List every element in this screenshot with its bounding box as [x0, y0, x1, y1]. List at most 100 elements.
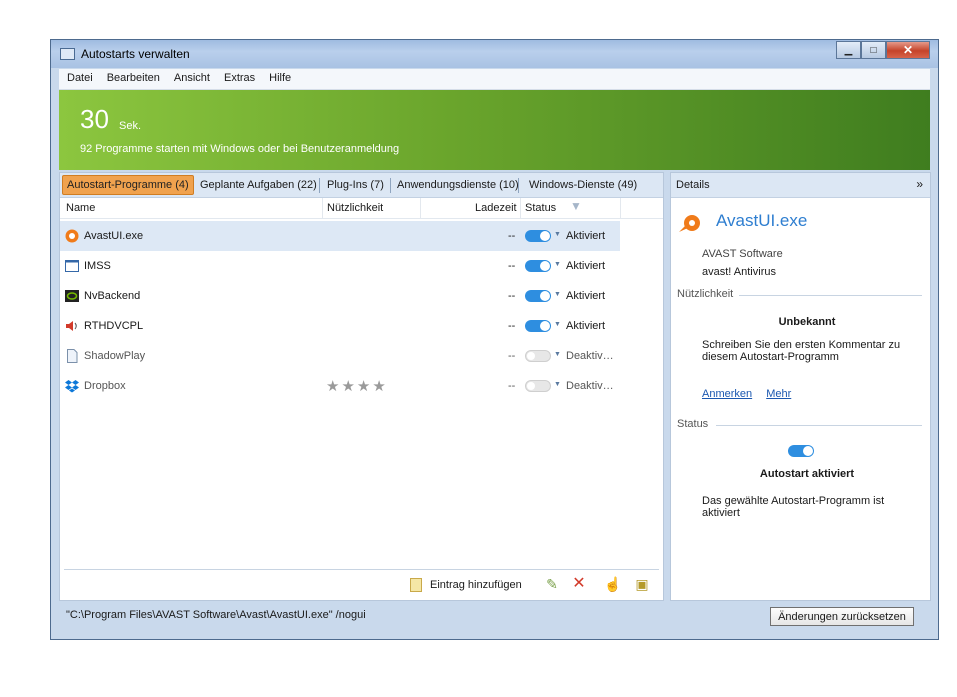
chevron-down-icon[interactable]: ▼: [554, 321, 561, 328]
minimize-button[interactable]: ▁: [836, 41, 861, 59]
usefulness-rating: Unbekannt: [778, 316, 836, 328]
col-status[interactable]: Status: [525, 202, 556, 214]
row-name: RTHDVCPL: [84, 320, 144, 332]
row-loadtime: --: [508, 350, 516, 362]
status-title: Autostart aktiviert: [759, 468, 855, 480]
row-status: Aktiviert: [566, 320, 606, 332]
details-header: Details »: [671, 173, 930, 198]
comment-prompt: Schreiben Sie den ersten Kommentar zu di…: [702, 339, 901, 363]
speaker-icon: [65, 319, 79, 333]
col-divider: [620, 198, 621, 218]
collapse-icon[interactable]: »: [916, 177, 923, 191]
tab-windows-services[interactable]: Windows-Dienste (49): [525, 175, 641, 195]
program-list-panel: Autostart-Programme (4) Geplante Aufgabe…: [59, 172, 664, 601]
app-window: Autostarts verwalten ▁ □ ✕ Datei Bearbeit…: [50, 39, 939, 640]
col-name[interactable]: Name: [66, 202, 95, 214]
title-bar: Autostarts verwalten ▁ □ ✕: [51, 40, 938, 68]
row-status: Deaktiv…: [566, 380, 614, 392]
row-loadtime: --: [508, 290, 516, 302]
status-toggle[interactable]: [525, 260, 551, 272]
document-icon: [65, 349, 79, 363]
status-toggle[interactable]: [525, 380, 551, 392]
status-toggle[interactable]: [525, 230, 551, 242]
status-description: Das gewählte Autostart-Programm ist akti…: [702, 495, 885, 519]
tab-scheduled-tasks[interactable]: Geplante Aufgaben (22): [196, 175, 321, 195]
section-divider: [739, 295, 922, 296]
row-status: Aktiviert: [566, 290, 606, 302]
row-name: ShadowPlay: [84, 350, 146, 362]
boot-time-value: 30: [80, 104, 109, 134]
menu-datei[interactable]: Datei: [59, 69, 99, 84]
boot-time-unit: Sek.: [119, 120, 142, 132]
menu-ansicht[interactable]: Ansicht: [166, 69, 216, 84]
table-row[interactable]: ShadowPlay -- ▼ Deaktiv…: [60, 341, 620, 371]
window-icon: [65, 259, 79, 273]
annotate-link[interactable]: Anmerken: [702, 388, 752, 400]
row-loadtime: --: [508, 230, 516, 242]
desktop-background: [0, 0, 957, 40]
add-entry-button[interactable]: Eintrag hinzufügen: [430, 579, 522, 591]
section-divider: [716, 425, 922, 426]
row-loadtime: --: [508, 320, 516, 332]
tab-autostart-programs[interactable]: Autostart-Programme (4): [62, 175, 194, 195]
row-status: Aktiviert: [566, 230, 606, 242]
list-toolbar: Eintrag hinzufügen ✎ ✕ ☝ ▣: [64, 569, 659, 598]
row-name: AvastUI.exe: [84, 230, 144, 242]
status-toggle[interactable]: [525, 320, 551, 332]
status-section-label: Status: [677, 418, 709, 430]
rating-stars[interactable]: ★★★★: [326, 377, 388, 395]
chevron-down-icon[interactable]: ▼: [554, 231, 561, 238]
delete-icon[interactable]: ✕: [571, 576, 587, 592]
nvidia-icon: [65, 289, 79, 303]
table-row[interactable]: AvastUI.exe -- ▼ Aktiviert: [60, 221, 620, 251]
reset-changes-button[interactable]: Änderungen zurücksetzen: [770, 607, 914, 626]
boot-time-banner: 30 Sek. 92 Programme starten mit Windows…: [59, 90, 930, 170]
chevron-down-icon[interactable]: ▼: [554, 291, 561, 298]
banner-subtitle: 92 Programme starten mit Windows oder be…: [80, 143, 400, 155]
dropbox-icon: [65, 379, 79, 393]
table-row[interactable]: RTHDVCPL -- ▼ Aktiviert: [60, 311, 620, 341]
col-divider: [322, 198, 323, 218]
close-button[interactable]: ✕: [886, 41, 930, 59]
tab-bar: Autostart-Programme (4) Geplante Aufgabe…: [60, 173, 663, 198]
avast-icon: [65, 229, 79, 243]
table-row[interactable]: Dropbox ★★★★ -- ▼ Deaktiv…: [60, 371, 620, 401]
tab-separator: [319, 178, 320, 193]
tab-app-services[interactable]: Anwendungsdienste (10): [393, 175, 523, 195]
usefulness-section-label: Nützlichkeit: [677, 288, 734, 300]
col-divider: [420, 198, 421, 218]
status-toggle[interactable]: [525, 290, 551, 302]
chevron-down-icon[interactable]: ▼: [554, 261, 561, 268]
folder-icon[interactable]: ▣: [634, 576, 650, 592]
window-title: Autostarts verwalten: [81, 47, 190, 61]
menu-bearbeiten[interactable]: Bearbeiten: [99, 69, 166, 84]
details-panel: Details » AvastUI.exe AVAST Software ava…: [670, 172, 931, 601]
app-icon: [60, 48, 75, 60]
chevron-down-icon[interactable]: ▼: [554, 381, 561, 388]
details-app-name: AvastUI.exe: [716, 211, 808, 230]
more-link[interactable]: Mehr: [766, 388, 791, 400]
maximize-button[interactable]: □: [861, 41, 886, 59]
tab-plugins[interactable]: Plug-Ins (7): [323, 175, 388, 195]
tab-separator: [390, 178, 391, 193]
column-header: Name Nützlichkeit Ladezeit Status ▼: [60, 198, 663, 219]
table-row[interactable]: IMSS -- ▼ Aktiviert: [60, 251, 620, 281]
edit-icon[interactable]: ✎: [544, 576, 560, 592]
chevron-down-icon[interactable]: ▼: [554, 351, 561, 358]
command-path: "C:\Program Files\AVAST Software\Avast\A…: [66, 609, 366, 621]
status-bar: "C:\Program Files\AVAST Software\Avast\A…: [59, 603, 930, 631]
details-vendor: AVAST Software: [702, 248, 783, 260]
menu-hilfe[interactable]: Hilfe: [261, 69, 297, 84]
col-divider: [520, 198, 521, 218]
add-entry-icon[interactable]: [410, 578, 422, 592]
menu-extras[interactable]: Extras: [216, 69, 261, 84]
status-toggle[interactable]: [525, 350, 551, 362]
col-usefulness[interactable]: Nützlichkeit: [327, 202, 383, 214]
col-loadtime[interactable]: Ladezeit: [475, 202, 517, 214]
window-controls: ▁ □ ✕: [836, 41, 930, 60]
row-loadtime: --: [508, 260, 516, 272]
autostart-toggle[interactable]: [788, 445, 814, 457]
sort-down-icon[interactable]: ▼: [570, 199, 582, 213]
hand-icon[interactable]: ☝: [604, 576, 621, 592]
table-row[interactable]: NvBackend -- ▼ Aktiviert: [60, 281, 620, 311]
